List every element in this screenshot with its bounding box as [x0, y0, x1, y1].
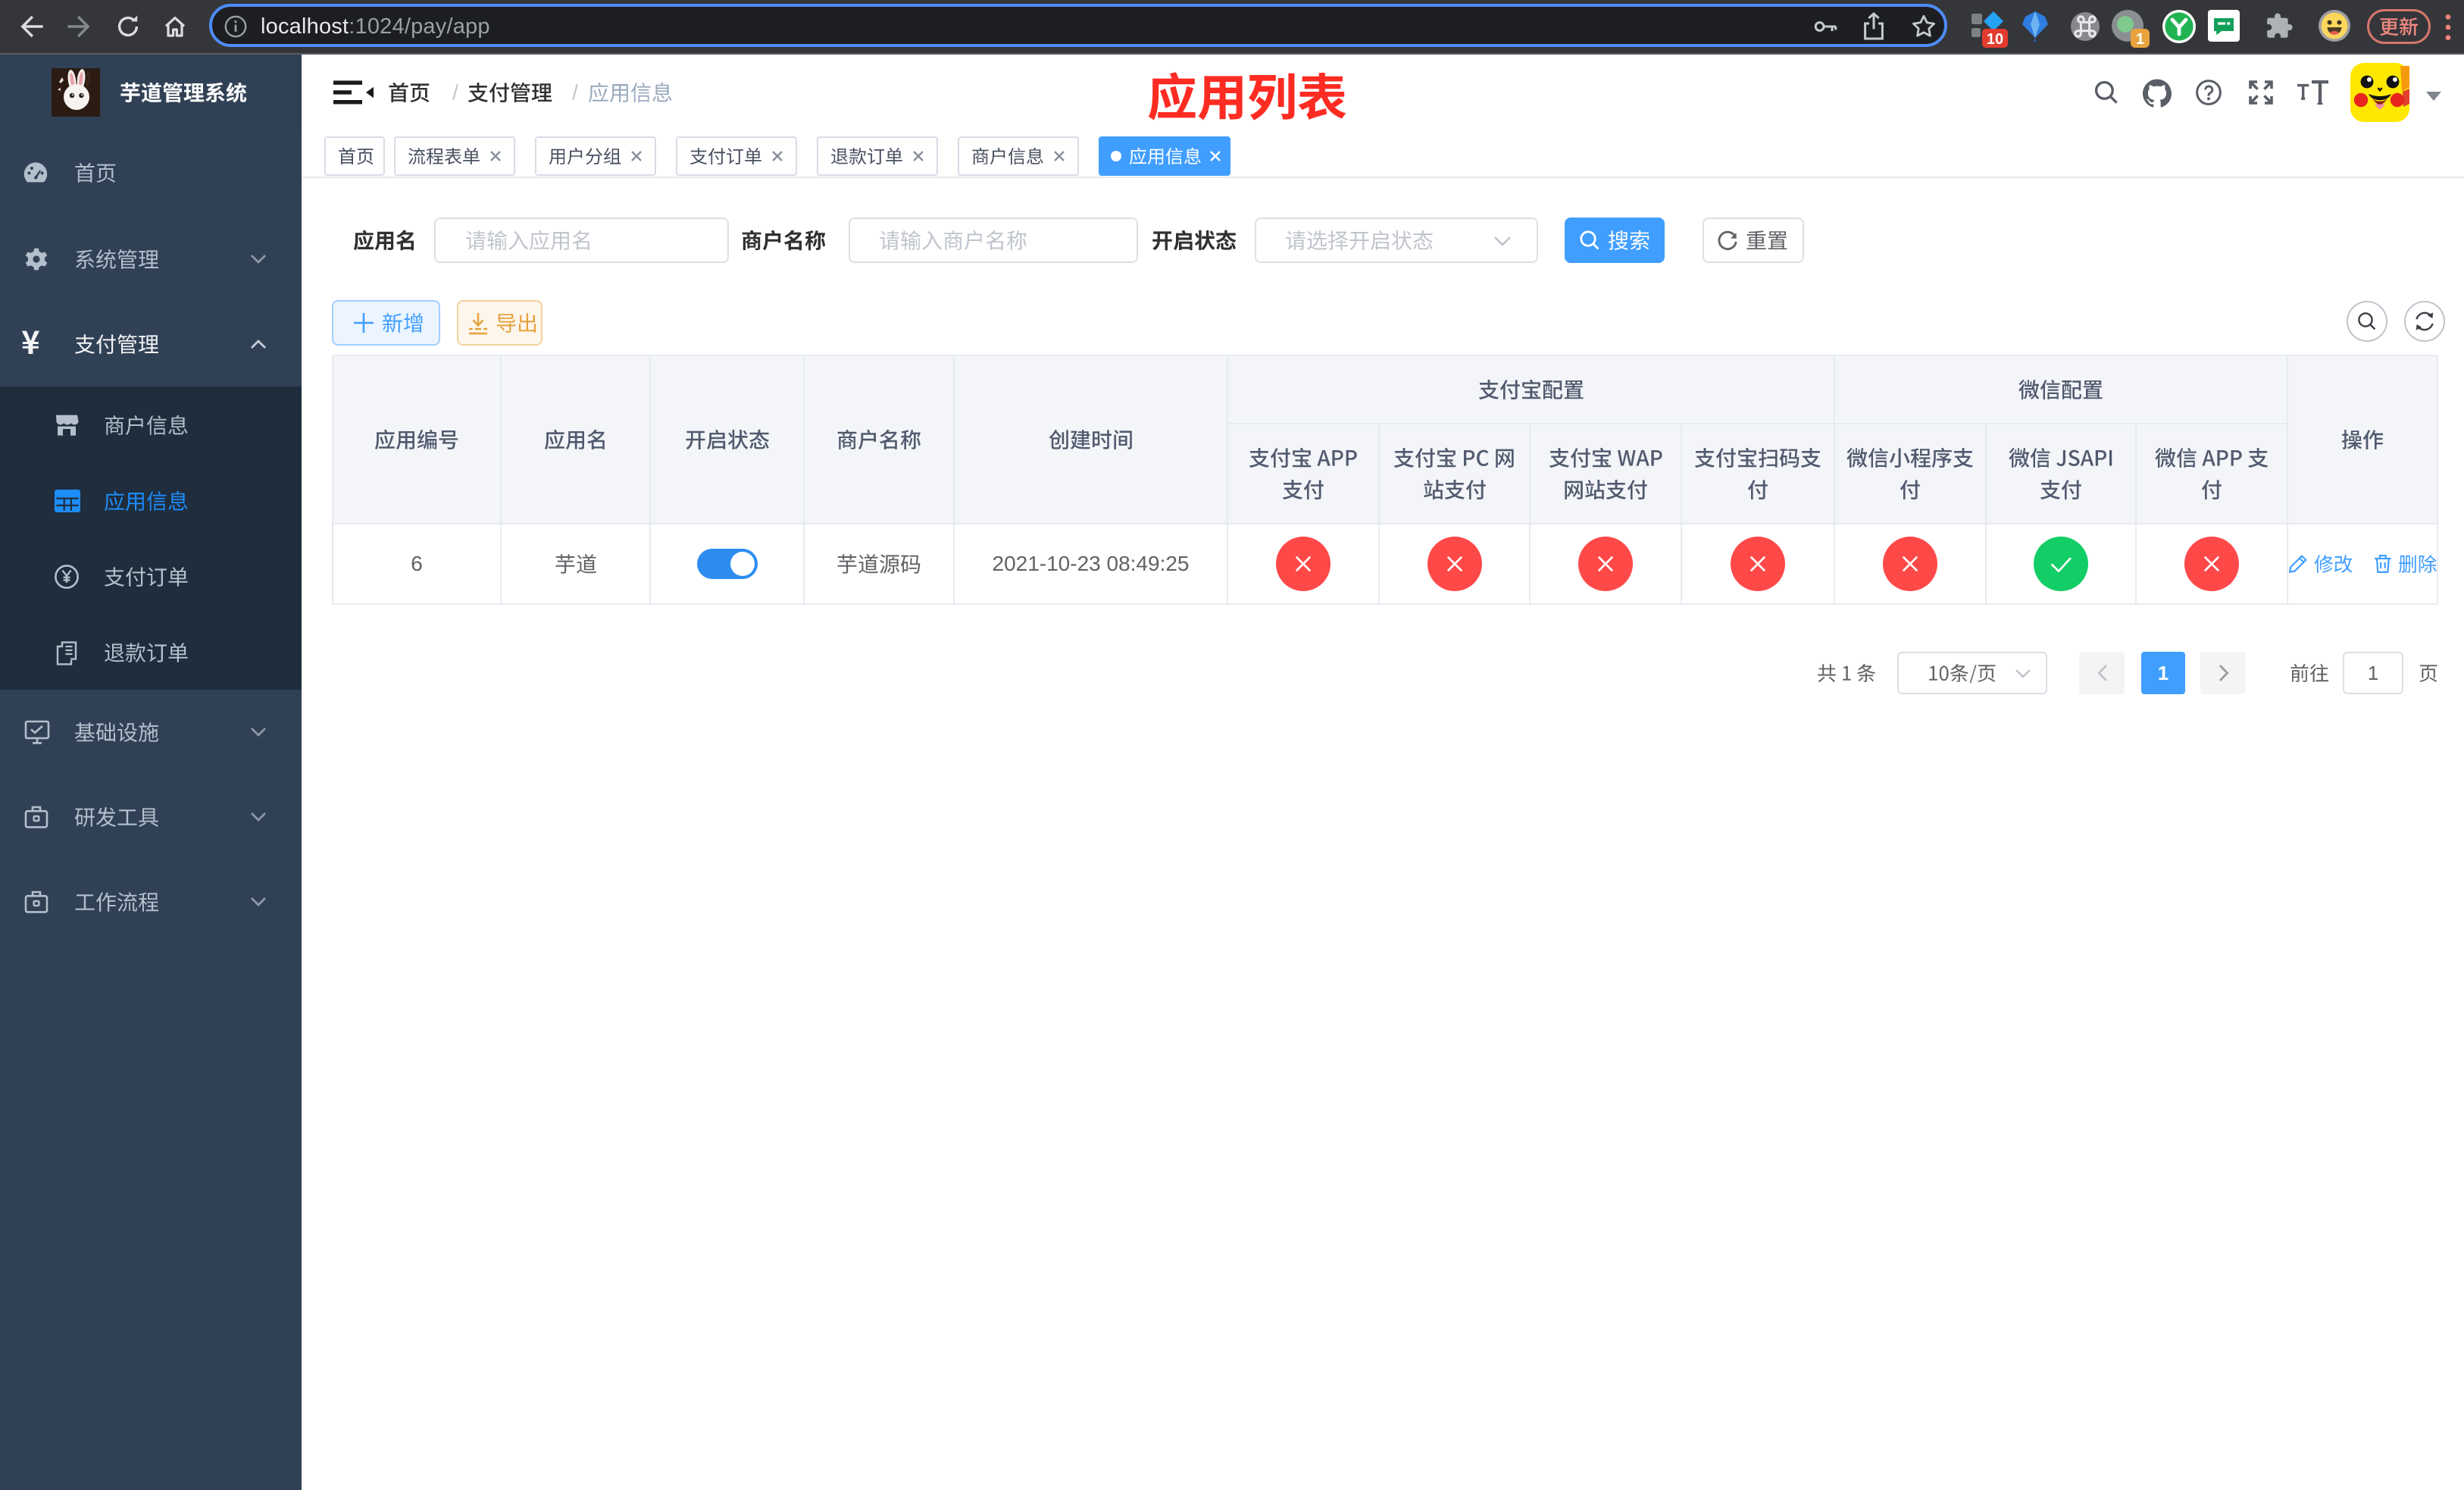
svg-text:1: 1 — [2136, 31, 2144, 48]
svg-text:10: 10 — [1987, 31, 2003, 48]
